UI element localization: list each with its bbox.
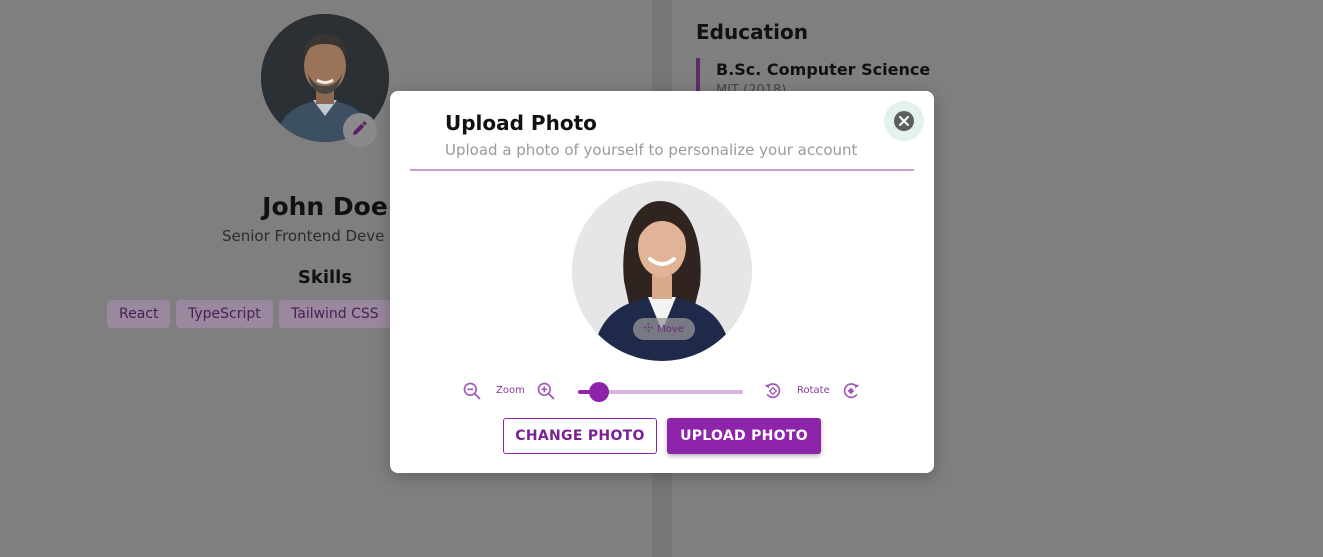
skill-chip: Tailwind CSS — [279, 300, 391, 328]
rotate-label: Rotate — [797, 385, 830, 396]
education-heading: Education — [696, 20, 808, 44]
close-icon — [894, 111, 914, 131]
pencil-icon — [351, 119, 369, 141]
zoom-in-icon[interactable] — [536, 381, 556, 401]
move-icon — [644, 323, 654, 335]
profile-job-title: Senior Frontend Deve — [222, 227, 385, 245]
upload-photo-modal: Upload Photo Upload a photo of yourself … — [390, 91, 934, 473]
move-label: Move — [657, 323, 684, 335]
modal-title: Upload Photo — [445, 111, 597, 135]
education-degree: B.Sc. Computer Science — [716, 60, 931, 79]
change-photo-button[interactable]: CHANGE PHOTO — [503, 418, 657, 454]
rotate-right-icon[interactable] — [841, 381, 861, 401]
upload-photo-button[interactable]: UPLOAD PHOTO — [667, 418, 821, 454]
move-handle[interactable]: Move — [633, 318, 695, 340]
edit-avatar-button[interactable] — [343, 113, 377, 147]
rotate-left-icon[interactable] — [763, 381, 783, 401]
zoom-label: Zoom — [496, 385, 525, 396]
modal-subtitle: Upload a photo of yourself to personaliz… — [445, 141, 858, 159]
skill-chip: TypeScript — [176, 300, 273, 328]
zoom-slider[interactable] — [578, 382, 743, 402]
close-button[interactable] — [884, 101, 924, 141]
zoom-slider-thumb[interactable] — [589, 382, 610, 402]
skill-chip: React — [107, 300, 171, 328]
zoom-out-icon[interactable] — [462, 381, 482, 401]
modal-divider — [410, 169, 914, 171]
